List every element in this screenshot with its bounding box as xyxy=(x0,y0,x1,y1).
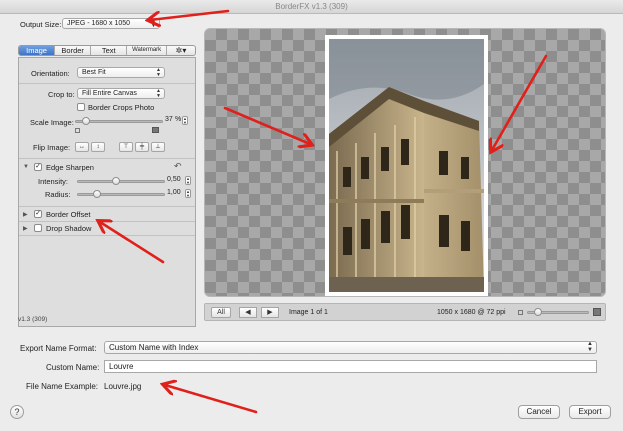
radius-slider[interactable] xyxy=(77,193,165,196)
border-crops-photo-label: Border Crops Photo xyxy=(88,103,155,112)
file-name-example-value: Louvre.jpg xyxy=(104,382,142,391)
zoom-out-icon xyxy=(518,310,523,315)
flip-vertical-icon[interactable]: ↕ xyxy=(91,142,105,152)
drop-shadow-label: Drop Shadow xyxy=(46,224,92,233)
reset-icon[interactable]: ↶ xyxy=(174,161,182,172)
cancel-button[interactable]: Cancel xyxy=(518,405,560,419)
section-divider xyxy=(19,235,195,236)
custom-name-label: Custom Name: xyxy=(46,363,100,372)
section-divider xyxy=(19,221,195,222)
export-button[interactable]: Export xyxy=(569,405,611,419)
radius-value: 1,00 xyxy=(167,189,181,196)
section-divider xyxy=(19,158,195,159)
crop-to-value: Fill Entire Canvas xyxy=(82,90,137,97)
scale-image-stepper[interactable]: ▲ ▼ xyxy=(182,116,188,125)
tab-watermark[interactable]: Watermark xyxy=(127,46,167,55)
settings-tabs: Image Border Text Watermark ✲▾ xyxy=(18,45,196,56)
flip-image-label: Flip Image: xyxy=(33,143,71,152)
image-settings-panel: Orientation: Best Fit ▲ ▼ Crop to: Fill E… xyxy=(18,57,196,327)
next-image-icon[interactable]: ▶ xyxy=(261,307,279,318)
border-crops-photo-checkbox[interactable] xyxy=(77,103,85,111)
arrow-to-file-name-example xyxy=(165,385,258,414)
section-divider xyxy=(19,83,195,84)
scale-image-unit: % xyxy=(175,116,182,123)
tab-image[interactable]: Image xyxy=(19,46,56,55)
all-button[interactable]: All xyxy=(211,307,231,318)
large-image-icon xyxy=(152,127,159,133)
tab-border[interactable]: Border xyxy=(55,46,92,55)
zoom-in-icon xyxy=(593,308,601,316)
output-size-label: Output Size: xyxy=(20,20,62,29)
select-arrows-icon: ▲ ▼ xyxy=(156,67,161,78)
custom-name-field[interactable]: Louvre xyxy=(104,360,597,373)
section-divider xyxy=(19,206,195,207)
image-counter: Image 1 of 1 xyxy=(289,309,328,316)
intensity-slider[interactable] xyxy=(77,180,165,183)
radius-stepper[interactable]: ▲ ▼ xyxy=(185,189,191,198)
radius-slider-knob[interactable] xyxy=(93,190,101,198)
orientation-value: Best Fit xyxy=(82,69,106,76)
image-preview xyxy=(204,28,606,297)
title-bar: BorderFX v1.3 (309) xyxy=(0,0,623,14)
output-size-select[interactable]: JPEG - 1680 x 1050 ▲ ▼ xyxy=(62,18,160,29)
version-label: v1.3 (309) xyxy=(18,316,48,323)
intensity-slider-knob[interactable] xyxy=(112,177,120,185)
align-top-icon[interactable]: ⊤ xyxy=(119,142,133,152)
crop-to-select[interactable]: Fill Entire Canvas ▲ ▼ xyxy=(77,88,165,99)
gear-icon[interactable]: ✲▾ xyxy=(167,46,195,55)
align-bottom-icon[interactable]: ⊥ xyxy=(151,142,165,152)
collapsed-triangle-icon[interactable]: ▶ xyxy=(23,225,28,232)
select-arrows-icon: ▲ ▼ xyxy=(156,88,161,99)
select-arrows-icon: ▲ ▼ xyxy=(587,341,593,353)
select-arrows-icon: ▲ ▼ xyxy=(151,18,156,29)
align-middle-icon[interactable]: ╪ xyxy=(135,142,149,152)
drop-shadow-checkbox[interactable] xyxy=(34,224,42,232)
zoom-slider-knob[interactable] xyxy=(533,308,542,316)
photo-preview xyxy=(325,35,488,296)
border-offset-label: Border Offset xyxy=(46,210,91,219)
export-name-format-value: Custom Name with Index xyxy=(109,343,199,352)
radius-label: Radius: xyxy=(45,190,71,199)
edge-sharpen-checkbox[interactable]: ✓ xyxy=(34,163,42,171)
window-title: BorderFX v1.3 (309) xyxy=(275,2,348,11)
expanded-triangle-icon[interactable]: ▼ xyxy=(23,164,29,170)
edge-sharpen-label: Edge Sharpen xyxy=(46,163,94,172)
export-name-format-label: Export Name Format: xyxy=(20,344,97,353)
help-button[interactable]: ? xyxy=(10,405,24,419)
border-offset-checkbox[interactable]: ✓ xyxy=(34,210,42,218)
output-size-value: JPEG - 1680 x 1050 xyxy=(67,20,131,27)
louvre-photo xyxy=(329,39,484,292)
image-info: 1050 x 1680 @ 72 ppi xyxy=(437,309,506,316)
intensity-label: Intensity: xyxy=(38,177,69,186)
tab-text[interactable]: Text xyxy=(91,46,128,55)
intensity-stepper[interactable]: ▲ ▼ xyxy=(185,176,191,185)
file-name-example-label: File Name Example: xyxy=(26,382,99,391)
previous-image-icon[interactable]: ◀ xyxy=(239,307,257,318)
export-name-format-select[interactable]: Custom Name with Index ▲ ▼ xyxy=(104,341,597,354)
collapsed-triangle-icon[interactable]: ▶ xyxy=(23,211,28,218)
small-image-icon xyxy=(75,128,80,133)
orientation-label: Orientation: xyxy=(31,69,70,78)
scale-image-value: 37 xyxy=(165,116,173,123)
orientation-select[interactable]: Best Fit ▲ ▼ xyxy=(77,67,165,78)
preview-toolbar: All ◀ ▶ Image 1 of 1 1050 x 1680 @ 72 pp… xyxy=(204,303,606,321)
crop-to-label: Crop to: xyxy=(48,90,75,99)
intensity-value: 0,50 xyxy=(167,176,181,183)
scale-image-slider-knob[interactable] xyxy=(81,117,90,125)
flip-horizontal-icon[interactable]: ↔ xyxy=(75,142,89,152)
scale-image-label: Scale Image: xyxy=(30,118,74,127)
